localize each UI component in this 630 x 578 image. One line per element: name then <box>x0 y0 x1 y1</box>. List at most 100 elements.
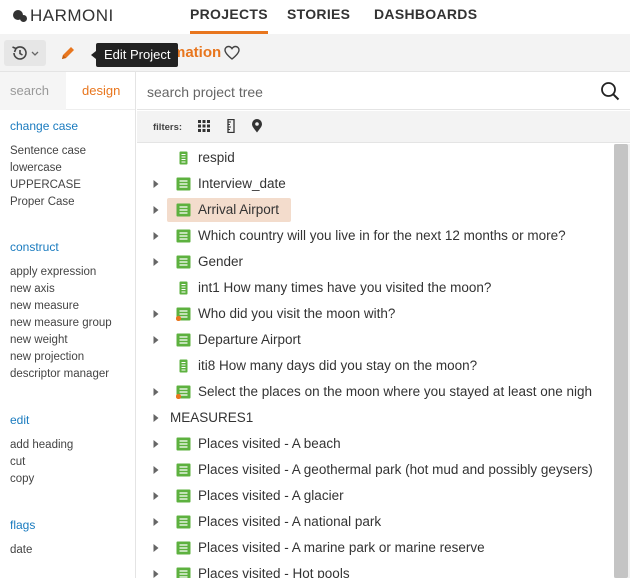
action-lowercase[interactable]: lowercase <box>10 160 86 177</box>
list-var-icon <box>176 463 191 477</box>
action-copy[interactable]: copy <box>10 471 73 488</box>
history-button[interactable] <box>4 40 46 66</box>
location-filter-icon[interactable] <box>250 119 264 133</box>
tree-scrollbar-thumb[interactable] <box>614 144 628 578</box>
list-var-icon <box>176 203 191 217</box>
action-new-weight[interactable]: new weight <box>10 332 112 349</box>
tree-row-label: Places visited - A geothermal park (hot … <box>198 462 593 477</box>
tree-row[interactable]: Select the places on the moon where you … <box>137 379 614 405</box>
tree-search-bar <box>137 72 630 110</box>
logo[interactable]: HARMONI <box>12 6 114 26</box>
list-var-flag-icon <box>176 385 191 399</box>
action-apply-expression[interactable]: apply expression <box>10 264 112 281</box>
tree-row[interactable]: Interview_date <box>137 171 614 197</box>
expand-chevron-icon[interactable] <box>152 205 160 215</box>
action-new-projection[interactable]: new projection <box>10 349 112 366</box>
filters-label: filters: <box>153 122 183 133</box>
action-sentence-case[interactable]: Sentence case <box>10 143 86 160</box>
tree-row-label: Arrival Airport <box>198 202 280 217</box>
text-var-icon <box>179 281 188 295</box>
expand-chevron-icon[interactable] <box>152 231 160 241</box>
favorite-heart-icon[interactable] <box>224 45 240 61</box>
search-icon[interactable] <box>600 81 620 101</box>
tab-stories[interactable]: STORIES <box>287 6 350 34</box>
expand-chevron-icon[interactable] <box>152 543 160 553</box>
section-heading-construct[interactable]: construct <box>10 240 112 254</box>
edit-project-button[interactable] <box>54 40 82 66</box>
tree-search-input[interactable] <box>147 80 587 104</box>
grid-filter-icon[interactable] <box>197 119 211 133</box>
harmoni-app: HARMONI PROJECTS STORIES DASHBOARDS Edit… <box>0 0 630 578</box>
tree-row-label: respid <box>198 150 235 165</box>
tab-projects[interactable]: PROJECTS <box>190 6 268 34</box>
tree-row-label: Who did you visit the moon with? <box>198 306 396 321</box>
edit-project-tooltip: Edit Project <box>90 43 179 67</box>
tree-row[interactable]: Places visited - A national park <box>137 509 614 535</box>
action-date[interactable]: date <box>10 542 35 559</box>
expand-chevron-icon[interactable] <box>152 465 160 475</box>
section-heading-edit[interactable]: edit <box>10 413 73 427</box>
expand-chevron-icon[interactable] <box>152 179 160 189</box>
action-new-axis[interactable]: new axis <box>10 281 112 298</box>
tree-row-label: Select the places on the moon where you … <box>198 384 593 399</box>
section-heading-flags[interactable]: flags <box>10 518 35 532</box>
action-descriptor-manager[interactable]: descriptor manager <box>10 366 112 383</box>
expand-chevron-icon[interactable] <box>152 569 160 578</box>
project-title[interactable]: mation <box>172 44 221 61</box>
tree-row[interactable]: iti8 How many days did you stay on the m… <box>137 353 614 379</box>
tree-row-label: int1 How many times have you visited the… <box>198 280 492 295</box>
tree-row[interactable]: Places visited - A beach <box>137 431 614 457</box>
list-var-icon <box>176 255 191 269</box>
expand-chevron-icon[interactable] <box>152 387 160 397</box>
ruler-filter-icon[interactable] <box>224 119 238 133</box>
action-new-measure[interactable]: new measure <box>10 298 112 315</box>
expand-chevron-icon[interactable] <box>152 491 160 501</box>
action-new-measure-group[interactable]: new measure group <box>10 315 112 332</box>
tab-design[interactable]: design <box>82 83 120 98</box>
list-var-icon <box>176 437 191 451</box>
action-cut[interactable]: cut <box>10 454 73 471</box>
tree-row-label: Which country will you live in for the n… <box>198 228 566 243</box>
tree-row-label: Places visited - A glacier <box>198 488 344 503</box>
logo-text: HARMONI <box>30 6 114 25</box>
action-add-heading[interactable]: add heading <box>10 437 73 454</box>
list-var-icon <box>176 515 191 529</box>
expand-chevron-icon[interactable] <box>152 413 160 423</box>
expand-chevron-icon[interactable] <box>152 257 160 267</box>
list-var-icon <box>176 229 191 243</box>
pencil-icon <box>62 47 74 59</box>
tab-dashboards[interactable]: DASHBOARDS <box>374 6 477 34</box>
section-change-case: change case Sentence case lowercase UPPE… <box>10 119 86 211</box>
action-uppercase[interactable]: UPPERCASE <box>10 177 86 194</box>
list-var-icon <box>176 489 191 503</box>
tree-row[interactable]: Places visited - Hot pools <box>137 561 614 578</box>
left-panel-tabs: search design <box>0 72 135 110</box>
section-heading-change-case[interactable]: change case <box>10 119 86 133</box>
action-proper-case[interactable]: Proper Case <box>10 194 86 211</box>
tree-row[interactable]: Gender <box>137 249 614 275</box>
list-var-icon <box>176 541 191 555</box>
expand-chevron-icon[interactable] <box>152 309 160 319</box>
tree-row[interactable]: Places visited - A glacier <box>137 483 614 509</box>
tree-row-label: Places visited - A national park <box>198 514 382 529</box>
filters-bar: filters: <box>137 111 630 143</box>
list-var-icon <box>176 177 191 191</box>
expand-chevron-icon[interactable] <box>152 335 160 345</box>
tree-row[interactable]: MEASURES1 <box>137 405 614 431</box>
tree-row[interactable]: Departure Airport <box>137 327 614 353</box>
tab-search[interactable]: search <box>10 83 49 98</box>
tree-row[interactable]: respid <box>137 145 614 171</box>
tree-row-label: Interview_date <box>198 176 286 191</box>
tree-row[interactable]: int1 How many times have you visited the… <box>137 275 614 301</box>
tree-row[interactable]: Places visited - A geothermal park (hot … <box>137 457 614 483</box>
expand-chevron-icon[interactable] <box>152 517 160 527</box>
section-edit: edit add heading cut copy <box>10 413 73 488</box>
expand-chevron-icon[interactable] <box>152 439 160 449</box>
section-flags: flags date <box>10 518 35 559</box>
tree-row[interactable]: Places visited - A marine park or marine… <box>137 535 614 561</box>
tree-row[interactable]: Which country will you live in for the n… <box>137 223 614 249</box>
tree-row[interactable]: Arrival Airport <box>137 197 614 223</box>
tree-row[interactable]: Who did you visit the moon with? <box>137 301 614 327</box>
history-icon <box>12 46 39 60</box>
section-construct: construct apply expression new axis new … <box>10 240 112 383</box>
